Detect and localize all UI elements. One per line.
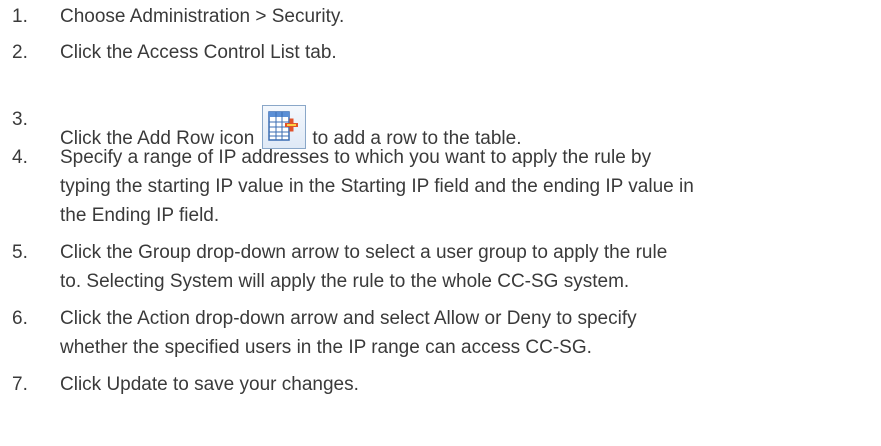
- step-text-line: Click the Action drop-down arrow and sel…: [60, 308, 637, 329]
- step-text: Click Update to save your changes.: [60, 374, 359, 395]
- step-text-line: Click the Group drop-down arrow to selec…: [60, 242, 668, 263]
- step-number: 2.: [12, 42, 28, 63]
- step-number: 7.: [12, 374, 28, 395]
- step-text-line: Specify a range of IP addresses to which…: [60, 147, 652, 168]
- step-text-line: typing the starting IP value in the Star…: [60, 176, 694, 197]
- step-number: 5.: [12, 242, 28, 263]
- step-text: Choose Administration > Security.: [60, 6, 345, 27]
- step-text-line: the Ending IP field.: [60, 205, 220, 226]
- step-number: 4.: [12, 147, 28, 168]
- step-number: 1.: [12, 6, 28, 27]
- step-text: Click the Access Control List tab.: [60, 42, 337, 63]
- step-number: 3.: [12, 109, 28, 130]
- step-number: 6.: [12, 308, 28, 329]
- step-text-line: whether the specified users in the IP ra…: [60, 337, 592, 358]
- step-text-line: to. Selecting System will apply the rule…: [60, 271, 630, 292]
